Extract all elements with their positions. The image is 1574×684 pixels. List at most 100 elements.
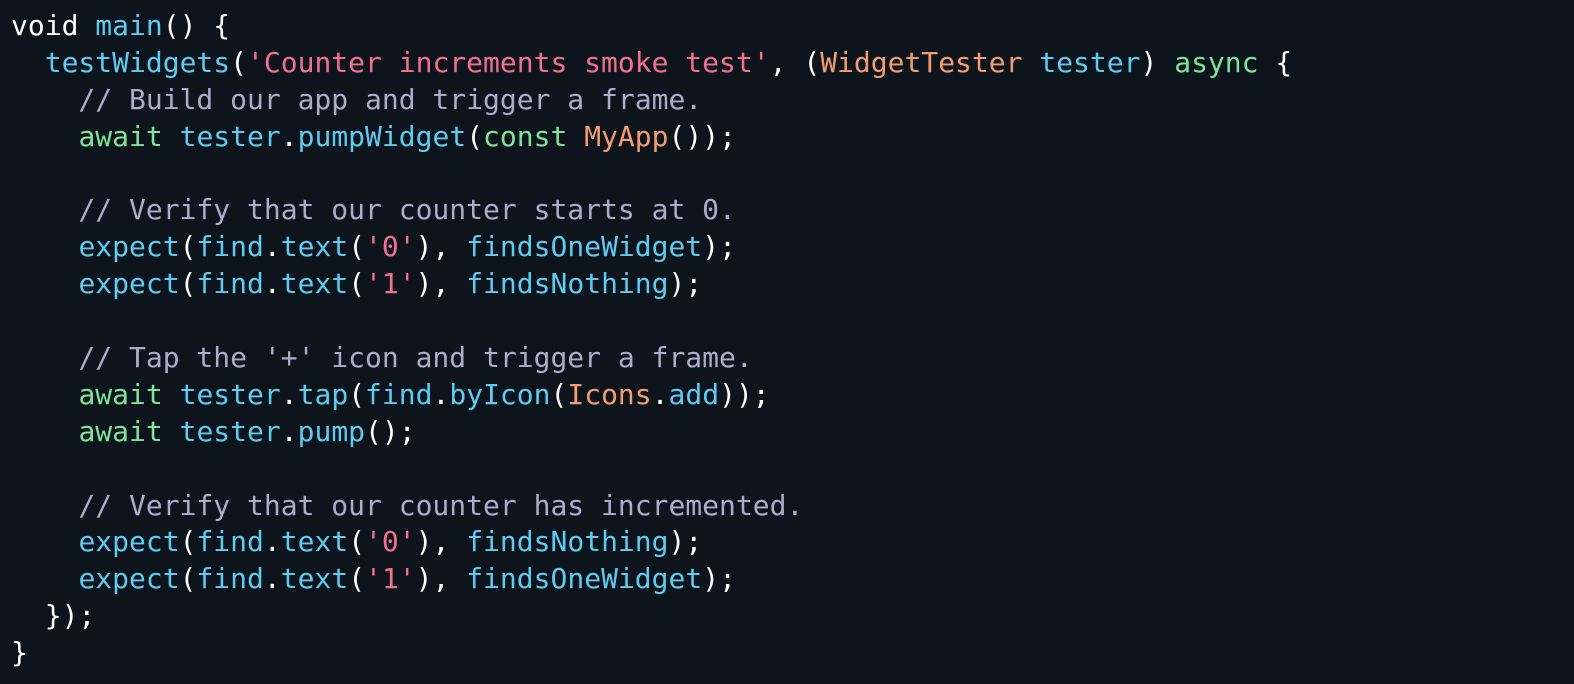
code-token: () { bbox=[162, 9, 231, 42]
code-token: find bbox=[196, 525, 264, 559]
code-token: void bbox=[11, 9, 96, 42]
code-token: ); bbox=[668, 267, 703, 301]
code-token: async bbox=[1174, 45, 1259, 79]
code-token: expect bbox=[78, 562, 180, 596]
code-token: . bbox=[280, 377, 298, 411]
code-token: '0' bbox=[365, 230, 416, 264]
code-token: ( bbox=[179, 525, 197, 559]
code-token: findsOneWidget bbox=[466, 230, 703, 264]
code-token: expect bbox=[78, 525, 180, 559]
code-token: find bbox=[196, 562, 264, 596]
code-token: '0' bbox=[365, 525, 416, 559]
code-token: // Tap the '+' icon and trigger a frame. bbox=[11, 341, 753, 375]
code-token: add bbox=[668, 377, 720, 411]
code-token: ( bbox=[348, 525, 366, 559]
code-token: . bbox=[280, 119, 298, 153]
code-token: tester bbox=[179, 414, 281, 448]
code-token: . bbox=[263, 525, 281, 559]
code-token: . bbox=[432, 377, 450, 411]
code-token: // Build our app and trigger a frame. bbox=[11, 82, 703, 116]
code-token: ()); bbox=[668, 119, 736, 153]
code-line: expect(find.text('1'), findsNothing); bbox=[11, 266, 1292, 303]
code-token: pump bbox=[297, 414, 366, 448]
code-token: ( bbox=[466, 119, 484, 153]
code-token: WidgetTester bbox=[820, 45, 1023, 79]
code-token: )); bbox=[719, 377, 770, 411]
code-token: await bbox=[78, 414, 163, 448]
code-token: ), bbox=[415, 562, 467, 596]
code-token: ( bbox=[179, 562, 197, 596]
code-token: // Verify that our counter starts at 0. bbox=[11, 193, 736, 227]
code-token: . bbox=[280, 414, 298, 448]
code-line: testWidgets('Counter increments smoke te… bbox=[11, 45, 1293, 82]
code-line: // Build our app and trigger a frame. bbox=[11, 82, 1292, 119]
code-token: findsNothing bbox=[466, 267, 669, 301]
code-token: expect bbox=[78, 230, 180, 264]
code-token: const bbox=[483, 119, 568, 153]
code-token: . bbox=[651, 377, 669, 411]
code-token: ); bbox=[668, 525, 703, 559]
code-token: // Verify that our counter has increment… bbox=[11, 488, 804, 522]
code-token: tester bbox=[179, 377, 281, 411]
code-token: ( bbox=[348, 377, 366, 411]
code-token: tester bbox=[1039, 45, 1141, 79]
code-token: tester bbox=[179, 119, 281, 153]
code-token: findsOneWidget bbox=[466, 562, 703, 596]
code-line: void main() { bbox=[11, 8, 1292, 45]
code-token: Icons bbox=[567, 377, 652, 411]
code-token: text bbox=[280, 230, 349, 264]
code-token: find bbox=[365, 377, 433, 411]
code-token: ); bbox=[702, 562, 736, 596]
code-line: } bbox=[11, 635, 1292, 672]
code-token: ( bbox=[550, 377, 568, 411]
code-block[interactable]: void main() { testWidgets('Counter incre… bbox=[11, 8, 1292, 672]
code-line: // Verify that our counter starts at 0. bbox=[11, 192, 1292, 229]
code-token: } bbox=[11, 636, 28, 670]
code-token: findsNothing bbox=[466, 525, 669, 559]
code-token: 'Counter increments smoke test' bbox=[247, 45, 770, 79]
code-token: await bbox=[78, 377, 163, 411]
code-token: (); bbox=[365, 414, 416, 448]
code-line: // Tap the '+' icon and trigger a frame. bbox=[11, 340, 1292, 377]
code-token: ); bbox=[702, 230, 736, 264]
code-line: expect(find.text('1'), findsOneWidget); bbox=[11, 561, 1292, 598]
code-token: ( bbox=[348, 230, 366, 264]
code-token: tap bbox=[297, 377, 349, 411]
code-token: find bbox=[196, 230, 264, 264]
code-token: ( bbox=[179, 230, 197, 264]
code-token: . bbox=[263, 562, 281, 596]
code-token: ( bbox=[230, 45, 248, 79]
code-line: expect(find.text('0'), findsNothing); bbox=[11, 524, 1292, 561]
code-token: MyApp bbox=[584, 119, 669, 153]
code-line: expect(find.text('0'), findsOneWidget); bbox=[11, 229, 1292, 266]
code-token: expect bbox=[78, 267, 180, 301]
code-token: ( bbox=[348, 267, 366, 301]
code-token: ( bbox=[179, 267, 197, 301]
code-token: { bbox=[1258, 45, 1293, 79]
code-token: byIcon bbox=[449, 377, 551, 411]
code-token: pumpWidget bbox=[297, 119, 467, 153]
code-line: // Verify that our counter has increment… bbox=[11, 488, 1292, 525]
code-token: text bbox=[280, 525, 349, 559]
code-token: find bbox=[196, 267, 264, 301]
code-token: text bbox=[280, 267, 349, 301]
code-token: . bbox=[263, 267, 281, 301]
code-token: text bbox=[280, 562, 349, 596]
code-token: '1' bbox=[365, 562, 416, 596]
code-token: testWidgets bbox=[44, 45, 231, 79]
code-token: ), bbox=[415, 230, 467, 264]
